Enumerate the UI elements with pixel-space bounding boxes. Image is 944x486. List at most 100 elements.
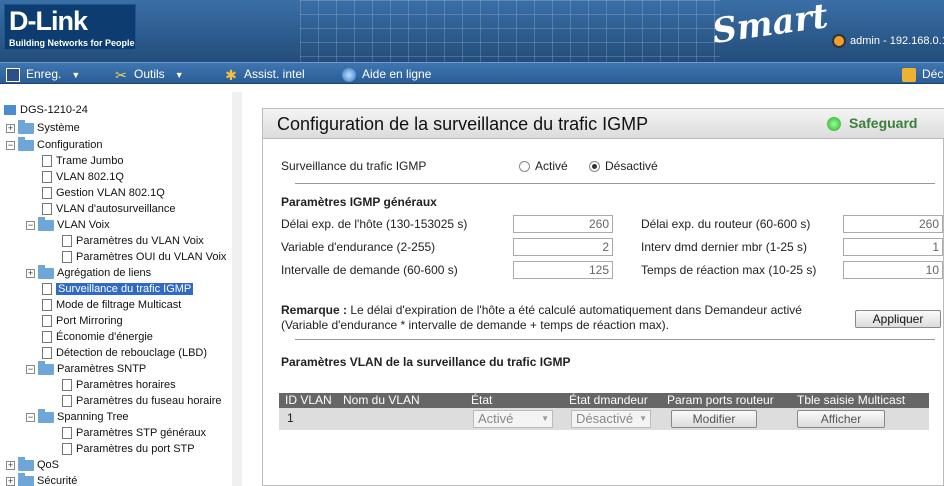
tree-item-economie-energie[interactable]: Économie d'énergie xyxy=(42,329,153,345)
tree-item-agregation-liens[interactable]: + Agrégation de liens xyxy=(26,264,151,281)
expand-icon[interactable]: + xyxy=(6,460,15,470)
radio-enabled-label: Activé xyxy=(535,159,568,173)
menu-logout-label: Déco xyxy=(922,67,944,81)
folder-open-icon xyxy=(38,408,54,423)
modify-router-ports-button[interactable]: Modifier xyxy=(671,410,757,428)
safeguard-badge: Safeguard xyxy=(827,115,918,132)
tree-item-label: Surveillance du trafic IGMP xyxy=(56,283,194,295)
folder-open-icon xyxy=(38,360,54,375)
radio-enabled[interactable]: Activé xyxy=(519,159,568,173)
state-select[interactable]: Activé ▼ xyxy=(473,410,553,428)
expand-icon[interactable]: + xyxy=(6,476,15,486)
computer-icon xyxy=(4,105,16,116)
collapse-icon[interactable]: − xyxy=(26,412,35,422)
router-timeout-input[interactable]: 260 xyxy=(843,215,943,233)
tree-root-label: DGS-1210-24 xyxy=(20,104,88,116)
page-icon xyxy=(62,443,72,456)
tree-item-parametres-horaires[interactable]: Paramètres horaires xyxy=(62,377,176,393)
tree-item-vlan-8021q[interactable]: VLAN 802.1Q xyxy=(42,169,124,185)
radio-button[interactable] xyxy=(519,161,530,173)
col-header-vlan-name: Nom du VLAN xyxy=(343,393,420,407)
sidebar-tree: DGS-1210-24 + Système − Configuration Tram… xyxy=(0,92,242,486)
col-header-querier-state: État dmandeur xyxy=(569,393,648,407)
tree-item-qos[interactable]: + QoS xyxy=(6,456,60,473)
folder-open-icon xyxy=(38,216,54,231)
page-icon xyxy=(62,379,72,392)
tree-item-port-mirroring[interactable]: Port Mirroring xyxy=(42,313,123,329)
note-line-1: Remarque : Le délai d'expiration de l'hô… xyxy=(281,303,802,317)
page-icon xyxy=(42,347,52,360)
tree-item-oui-vlan-voix[interactable]: Paramètres OUI du VLAN Voix xyxy=(62,249,226,265)
menu-save[interactable]: Enreg. ▼ xyxy=(6,65,80,83)
tree-item-trame-jumbo[interactable]: Trame Jumbo xyxy=(42,153,123,169)
col-header-multicast-table: Tble saisie Multicast xyxy=(797,393,906,407)
tree-item-stp-generaux[interactable]: Paramètres STP généraux xyxy=(62,425,206,441)
tree-item-surveillance-igmp[interactable]: Surveillance du trafic IGMP xyxy=(42,281,194,297)
tree-item-label: Paramètres du VLAN Voix xyxy=(76,235,204,247)
folder-icon xyxy=(38,264,54,279)
collapse-icon[interactable]: − xyxy=(6,140,15,150)
querier-state-select-value: Désactivé xyxy=(576,411,634,426)
vlan-table-header: ID VLAN Nom du VLAN État État dmandeur P… xyxy=(279,393,929,408)
page-icon xyxy=(62,427,72,440)
apply-button[interactable]: Appliquer xyxy=(855,310,941,328)
tree-item-label: Configuration xyxy=(37,139,103,151)
expand-icon[interactable]: + xyxy=(26,268,35,278)
collapse-icon[interactable]: − xyxy=(26,364,35,374)
tree-item-vlan-autosurveillance[interactable]: VLAN d'autosurveillance xyxy=(42,201,176,217)
querier-state-select[interactable]: Désactivé ▼ xyxy=(571,410,651,428)
safeguard-label: Safeguard xyxy=(849,115,918,131)
tree-item-gestion-vlan[interactable]: Gestion VLAN 802.1Q xyxy=(42,185,165,201)
menu-help[interactable]: Aide en ligne xyxy=(342,65,431,83)
tree-item-label: Système xyxy=(37,122,80,134)
tree-item-securite[interactable]: + Sécurité xyxy=(6,472,77,486)
tree-item-label: Gestion VLAN 802.1Q xyxy=(56,187,165,199)
main-content: Configuration de la surveillance du traf… xyxy=(246,92,944,486)
max-response-input[interactable]: 10 xyxy=(843,261,943,279)
tree-root[interactable]: DGS-1210-24 xyxy=(4,102,88,118)
tree-item-label: QoS xyxy=(37,459,60,471)
radio-button-checked[interactable] xyxy=(589,161,600,173)
query-interval-input[interactable]: 125 xyxy=(513,261,613,279)
tree-item-configuration[interactable]: − Configuration xyxy=(6,136,103,153)
menu-help-label: Aide en ligne xyxy=(362,67,432,81)
tree-item-systeme[interactable]: + Système xyxy=(6,119,80,136)
menu-wizard[interactable]: ✱ Assist. intel xyxy=(224,65,305,83)
page-icon xyxy=(42,187,52,200)
menu-logout[interactable]: Déco xyxy=(902,65,944,83)
col-header-state: État xyxy=(471,393,493,407)
tree-item-label: Paramètres OUI du VLAN Voix xyxy=(76,251,227,263)
tree-item-detection-rebouclage[interactable]: Détection de rebouclage (LBD) xyxy=(42,345,207,361)
state-select-value: Activé xyxy=(478,411,514,426)
folder-icon xyxy=(18,456,34,471)
menu-tools-label: Outils xyxy=(134,67,165,81)
menu-tools[interactable]: ✂ Outils ▼ xyxy=(114,65,183,83)
divider xyxy=(295,339,935,340)
tree-item-filtrage-multicast[interactable]: Mode de filtrage Multicast xyxy=(42,297,181,313)
sidebar-scrollbar[interactable] xyxy=(232,92,242,486)
dlink-logo: D-Link Building Networks for People xyxy=(4,4,136,50)
menubar: Enreg. ▼ ✂ Outils ▼ ✱ Assist. intel Aide en … xyxy=(0,62,944,84)
expand-icon[interactable]: + xyxy=(6,123,15,133)
tree-item-label: Paramètres horaires xyxy=(76,379,176,391)
tree-item-port-stp[interactable]: Paramètres du port STP xyxy=(62,441,195,457)
save-icon xyxy=(6,67,20,82)
tree-item-vlan-voix[interactable]: − VLAN Voix xyxy=(26,216,110,233)
igmp-snooping-panel: Configuration de la surveillance du traf… xyxy=(262,108,944,486)
robustness-input[interactable]: 2 xyxy=(513,238,613,256)
show-multicast-table-button[interactable]: Afficher xyxy=(797,410,885,428)
tree-item-spanning-tree[interactable]: − Spanning Tree xyxy=(26,408,129,425)
tree-item-label: Trame Jumbo xyxy=(56,155,124,167)
collapse-icon[interactable]: − xyxy=(26,220,35,230)
tree-item-fuseau-horaire[interactable]: Paramètres du fuseau horaire xyxy=(62,393,222,409)
host-timeout-input[interactable]: 260 xyxy=(513,215,613,233)
smart-product-mark: Smart xyxy=(709,0,831,52)
tree-item-parametres-vlan-voix[interactable]: Paramètres du VLAN Voix xyxy=(62,233,204,249)
menu-save-label: Enreg. xyxy=(26,67,62,81)
radio-disabled[interactable]: Désactivé xyxy=(589,159,658,173)
tree-item-parametres-sntp[interactable]: − Paramètres SNTP xyxy=(26,360,146,377)
col-header-router-ports: Param ports routeur xyxy=(667,393,774,407)
page-icon xyxy=(62,395,72,408)
header-banner: D-Link Building Networks for People Smar… xyxy=(0,0,944,62)
last-member-input[interactable]: 1 xyxy=(843,238,943,256)
